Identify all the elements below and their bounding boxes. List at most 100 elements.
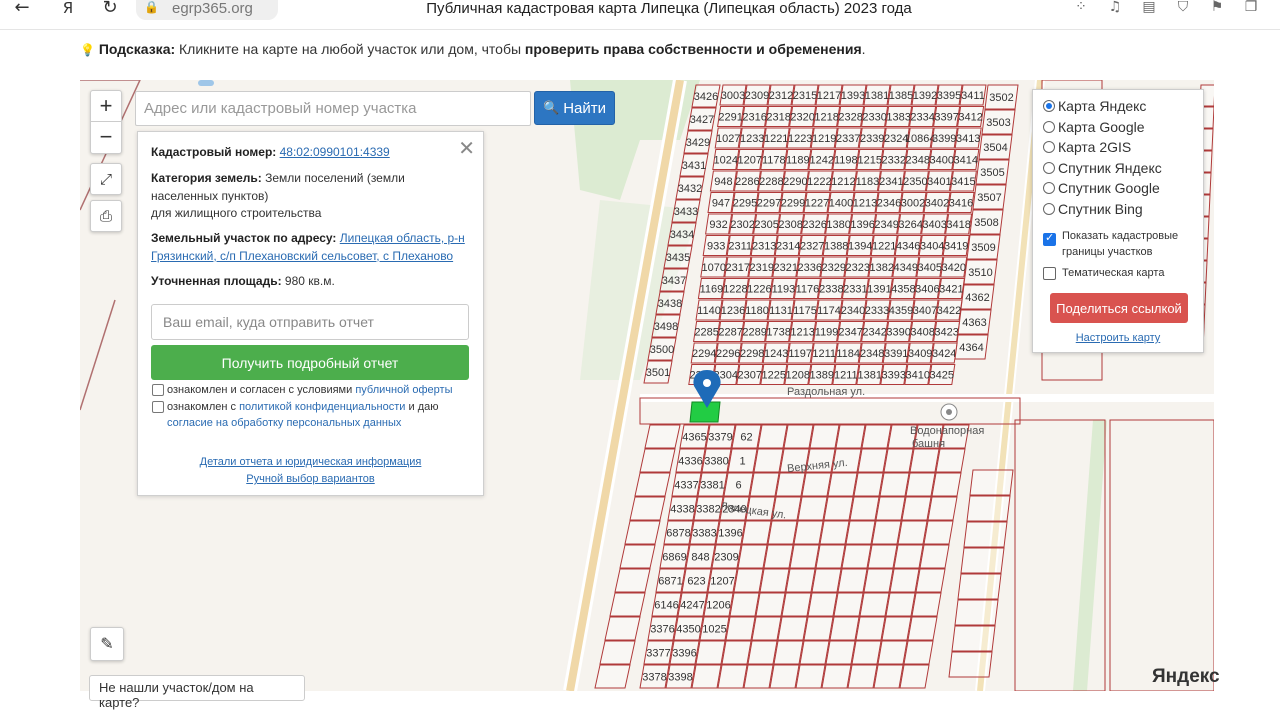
cadastral-number-link[interactable]: 48:02:0990101:4339 <box>280 145 390 159</box>
parcel <box>801 472 832 497</box>
zoom-in-button[interactable]: + <box>91 91 121 122</box>
parcel <box>691 664 722 689</box>
setup-map-link[interactable]: Настроить карту <box>1033 332 1203 344</box>
parcel-number: 2329 <box>822 262 846 274</box>
headphones-icon[interactable]: ♫ <box>1106 0 1124 16</box>
parcel <box>795 664 826 689</box>
parcel <box>609 592 646 617</box>
parcel-number: 3414 <box>954 155 978 167</box>
layer-option[interactable]: Спутник Bing <box>1043 200 1143 218</box>
share-link-button[interactable]: Поделиться ссылкой <box>1050 293 1188 323</box>
parcel <box>889 568 920 593</box>
parcel-number: 3002 <box>901 198 925 210</box>
layer-radio[interactable] <box>1043 120 1055 133</box>
ruler-button[interactable]: ✎ <box>90 627 124 661</box>
parcel-number: 4363 <box>962 317 986 329</box>
search-button[interactable]: 🔍 Найти <box>534 91 615 125</box>
privacy-checkbox[interactable] <box>152 401 164 413</box>
parcel-number: 4350 <box>676 624 700 636</box>
layer-radio[interactable] <box>1043 161 1055 174</box>
layer-radio[interactable] <box>1043 202 1055 215</box>
parcel-number: 1131 <box>769 305 793 317</box>
parcel <box>747 640 778 665</box>
zoom-control: + − <box>90 90 122 154</box>
thematic-map-label: Тематическая карта <box>1062 267 1165 279</box>
parcel-number: 1228 <box>723 284 747 296</box>
parcel <box>749 472 780 497</box>
category-label: Категория земель: <box>151 171 262 185</box>
privacy-link[interactable]: политикой конфиденциальности <box>239 401 405 413</box>
not-found-button[interactable]: Не нашли участок/дом на карте? <box>89 675 305 710</box>
parcel <box>863 568 894 593</box>
parcel <box>767 520 798 545</box>
get-report-button[interactable]: Получить подробный отчет <box>151 345 469 380</box>
print-button[interactable]: ⎙ <box>90 200 122 232</box>
parcel-number: 1382 <box>870 262 894 274</box>
parcel <box>783 424 814 449</box>
reader-icon[interactable]: ▤ <box>1140 0 1158 16</box>
parcel-number: 1217 <box>817 90 841 102</box>
collections-icon[interactable]: ❐ <box>1242 0 1260 16</box>
layer-option[interactable]: Спутник Google <box>1043 179 1160 197</box>
details-link[interactable]: Детали отчета и юридическая информация <box>200 456 422 468</box>
parcel-number: 2287 <box>718 327 742 339</box>
layer-radio[interactable] <box>1043 141 1055 153</box>
parcel <box>759 568 790 593</box>
parcel-number: 3509 <box>971 242 995 254</box>
parcel <box>851 640 882 665</box>
layer-radio[interactable] <box>1043 182 1055 194</box>
parcel <box>957 573 1002 600</box>
parcel-number: 3510 <box>968 267 992 279</box>
parcel-number: 1027 <box>716 133 740 145</box>
parcel-number: 3504 <box>983 142 1007 154</box>
email-field[interactable] <box>151 304 469 340</box>
parcel-number: 1183 <box>856 176 880 188</box>
parcel-number: 2349 <box>874 219 898 231</box>
fullscreen-button[interactable]: ⤢ <box>90 163 122 195</box>
layer-option[interactable]: Спутник Яндекс <box>1043 159 1162 177</box>
apps-icon[interactable]: ⁘ <box>1072 0 1090 16</box>
parcel-info-panel: ✕ Кадастровый номер: 48:02:0990101:4339 … <box>137 131 484 496</box>
parcel-number: 3507 <box>977 192 1001 204</box>
offer-checkbox[interactable] <box>152 384 164 396</box>
protect-icon[interactable]: ⛉ <box>1174 0 1192 16</box>
parcel <box>954 599 999 626</box>
parcel <box>951 625 996 652</box>
parcel <box>853 472 884 497</box>
parcel-number: 2315 <box>793 90 817 102</box>
parcel-number: 2291 <box>718 112 742 124</box>
thematic-map-checkbox[interactable] <box>1043 267 1056 280</box>
address-link-2[interactable]: Грязинский, с/п Плехановский сельсовет, … <box>151 249 453 263</box>
parcel-number: 1396 <box>850 219 874 231</box>
parcel-number: 3431 <box>682 160 706 172</box>
layer-option[interactable]: Карта Яндекс <box>1043 97 1146 115</box>
parcel-number: 1178 <box>762 155 786 167</box>
parcel-number: 948 <box>714 176 732 188</box>
parcel-number: 3423 <box>934 327 958 339</box>
layer-option[interactable]: Карта 2GIS <box>1043 138 1131 156</box>
parcel-number: 2311 <box>728 241 752 253</box>
manual-choice-link[interactable]: Ручной выбор вариантов <box>246 473 374 485</box>
show-borders-checkbox[interactable] <box>1043 231 1056 246</box>
parcel-number: 3433 <box>674 206 698 218</box>
layer-option[interactable]: Карта Google <box>1043 118 1145 136</box>
search-input[interactable] <box>135 91 531 126</box>
parcel <box>931 472 962 497</box>
parcel-number: 1215 <box>858 155 882 167</box>
parcel-number: 3405 <box>918 262 942 274</box>
consent-link[interactable]: согласие на обработку персональных данны… <box>167 417 401 429</box>
parcel <box>897 520 928 545</box>
layer-radio[interactable] <box>1043 100 1055 112</box>
zoom-out-button[interactable]: − <box>91 122 121 153</box>
hint-body: Кликните на карте на любой участок или д… <box>175 41 525 57</box>
parcel-number: 2309 <box>714 552 738 564</box>
address-link-1[interactable]: Липецкая область, р-н <box>340 231 465 245</box>
parcel-number: 2336 <box>798 262 822 274</box>
parcel-number: 3432 <box>678 183 702 195</box>
bookmark-icon[interactable]: ⚑ <box>1208 0 1226 16</box>
parcel <box>879 472 910 497</box>
parcel <box>859 592 890 617</box>
offer-link[interactable]: публичной оферты <box>355 384 452 396</box>
parcel-number: 2334 <box>910 112 934 124</box>
parcel-number: 3410 <box>906 370 930 382</box>
